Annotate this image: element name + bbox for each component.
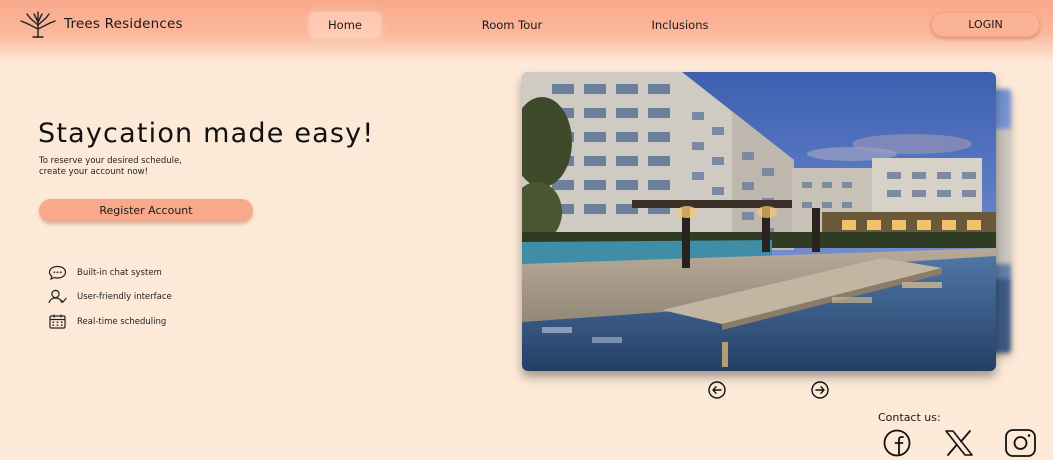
feature-scheduling: Real-time scheduling xyxy=(48,314,166,329)
feature-chat: Built-in chat system xyxy=(48,265,162,280)
feature-label: Real-time scheduling xyxy=(77,316,167,327)
facebook-icon[interactable] xyxy=(878,428,916,458)
feature-interface: User-friendly interface xyxy=(48,289,172,304)
chat-icon xyxy=(48,265,67,280)
register-account-button[interactable]: Register Account xyxy=(39,199,253,222)
nav-room-tour[interactable]: Room Tour xyxy=(466,12,558,38)
arrow-left-icon[interactable] xyxy=(707,380,727,400)
contact-label: Contact us: xyxy=(878,411,941,424)
x-icon[interactable] xyxy=(940,428,978,458)
hero-subtext-line-2: create your account now! xyxy=(39,167,149,177)
nav-home[interactable]: Home xyxy=(309,12,381,38)
pool-scene-image xyxy=(522,72,996,371)
login-button[interactable]: LOGIN xyxy=(931,12,1040,37)
tree-logo-icon xyxy=(20,11,56,38)
user-icon xyxy=(48,289,67,304)
brand-name: Trees Residences xyxy=(64,16,183,32)
navbar: Trees Residences Home Room Tour Inclusio… xyxy=(0,0,1053,62)
hero-subtext: To reserve your desired schedule, create… xyxy=(39,156,182,178)
calendar-icon xyxy=(49,314,66,329)
hero-subtext-line-1: To reserve your desired schedule, xyxy=(39,156,182,166)
feature-label: Built-in chat system xyxy=(77,267,162,278)
instagram-icon[interactable] xyxy=(1001,428,1039,458)
carousel-image[interactable] xyxy=(522,72,996,371)
brand-logo[interactable]: Trees Residences xyxy=(18,10,183,38)
nav-inclusions[interactable]: Inclusions xyxy=(636,12,724,38)
hero-headline: Staycation made easy! xyxy=(38,118,375,149)
arrow-right-icon[interactable] xyxy=(810,380,830,400)
feature-label: User-friendly interface xyxy=(77,291,172,302)
